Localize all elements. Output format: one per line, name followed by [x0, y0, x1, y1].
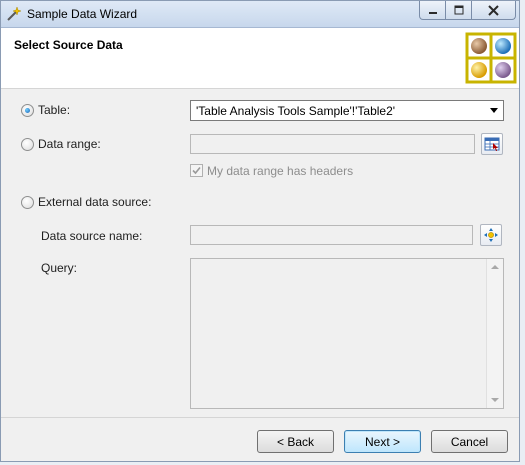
query-scrollbar[interactable] [486, 259, 503, 408]
external-source-label: External data source: [38, 195, 152, 209]
data-source-browse-icon [484, 228, 498, 242]
external-source-radio[interactable] [21, 196, 34, 209]
data-range-radio[interactable] [21, 138, 34, 151]
maximize-icon [454, 5, 463, 15]
scroll-down-icon[interactable] [491, 398, 499, 402]
close-icon [488, 4, 499, 16]
minimize-icon [428, 12, 437, 14]
cancel-button[interactable]: Cancel [431, 430, 508, 453]
query-label: Query: [41, 261, 78, 275]
close-button[interactable] [471, 1, 516, 20]
browse-data-source-button[interactable] [480, 224, 502, 246]
data-source-name-input[interactable] [190, 225, 473, 245]
data-range-input[interactable] [190, 134, 475, 154]
title-bar[interactable]: Sample Data Wizard [1, 1, 519, 28]
maximize-button[interactable] [445, 1, 472, 20]
select-range-button[interactable] [481, 133, 503, 155]
query-textarea[interactable] [190, 258, 504, 409]
range-select-icon [484, 137, 500, 151]
next-button[interactable]: Next > [344, 430, 421, 453]
checkmark-icon [192, 166, 201, 175]
footer-divider [1, 417, 519, 418]
table-radio[interactable] [21, 104, 34, 117]
wizard-window: Sample Data Wizard Select Source Data Ta… [0, 0, 520, 462]
table-select-value: 'Table Analysis Tools Sample'!'Table2' [196, 104, 396, 118]
data-source-name-label: Data source name: [41, 229, 143, 243]
wizard-wand-icon [7, 6, 22, 21]
table-select[interactable]: 'Table Analysis Tools Sample'!'Table2' [190, 100, 504, 121]
data-mining-logo-icon [465, 32, 517, 84]
headers-checkbox-label: My data range has headers [207, 164, 354, 178]
wizard-header: Select Source Data [1, 28, 519, 89]
headers-checkbox[interactable] [190, 164, 203, 177]
table-label: Table: [38, 103, 71, 117]
window-title: Sample Data Wizard [27, 7, 138, 21]
back-button[interactable]: < Back [257, 430, 334, 453]
page-title: Select Source Data [14, 38, 123, 52]
data-range-label: Data range: [38, 137, 101, 151]
minimize-button[interactable] [419, 1, 446, 20]
chevron-down-icon[interactable] [490, 108, 498, 113]
scroll-up-icon[interactable] [491, 265, 499, 269]
